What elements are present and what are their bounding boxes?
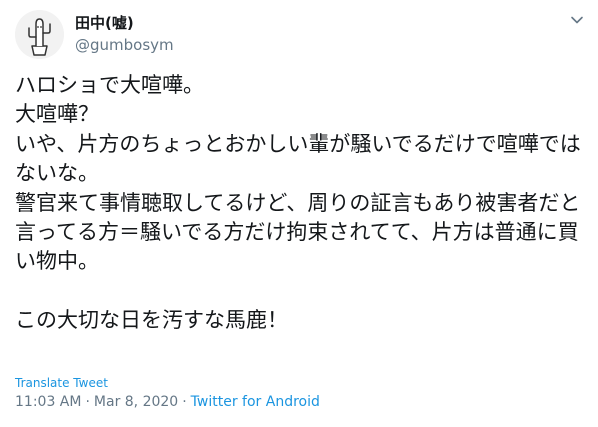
tweet-card: 田中(嘘) @gumbosym ハロショで大喧嘩。 大喧嘩？ いや、片方のちょっ…	[0, 0, 598, 427]
chevron-down-icon[interactable]	[567, 10, 587, 30]
translate-tweet-link[interactable]: Translate Tweet	[15, 375, 108, 391]
avatar[interactable]	[15, 10, 64, 59]
tweet-source-link[interactable]: Twitter for Android	[191, 394, 320, 410]
tweet-metadata: 11:03 AM · Mar 8, 2020 · Twitter for Android	[15, 393, 320, 411]
user-handle[interactable]: @gumbosym	[75, 35, 174, 55]
tweet-text: ハロショで大喧嘩。 大喧嘩？ いや、片方のちょっとおかしい輩が騒いでるだけで喧嘩…	[15, 73, 581, 333]
tweet-date[interactable]: Mar 8, 2020	[94, 394, 178, 410]
display-name[interactable]: 田中(嘘)	[75, 13, 134, 33]
meta-separator: ·	[85, 394, 90, 410]
tweet-time[interactable]: 11:03 AM	[15, 394, 81, 410]
cactus-drawing-icon	[15, 10, 64, 59]
meta-separator: ·	[182, 394, 187, 410]
